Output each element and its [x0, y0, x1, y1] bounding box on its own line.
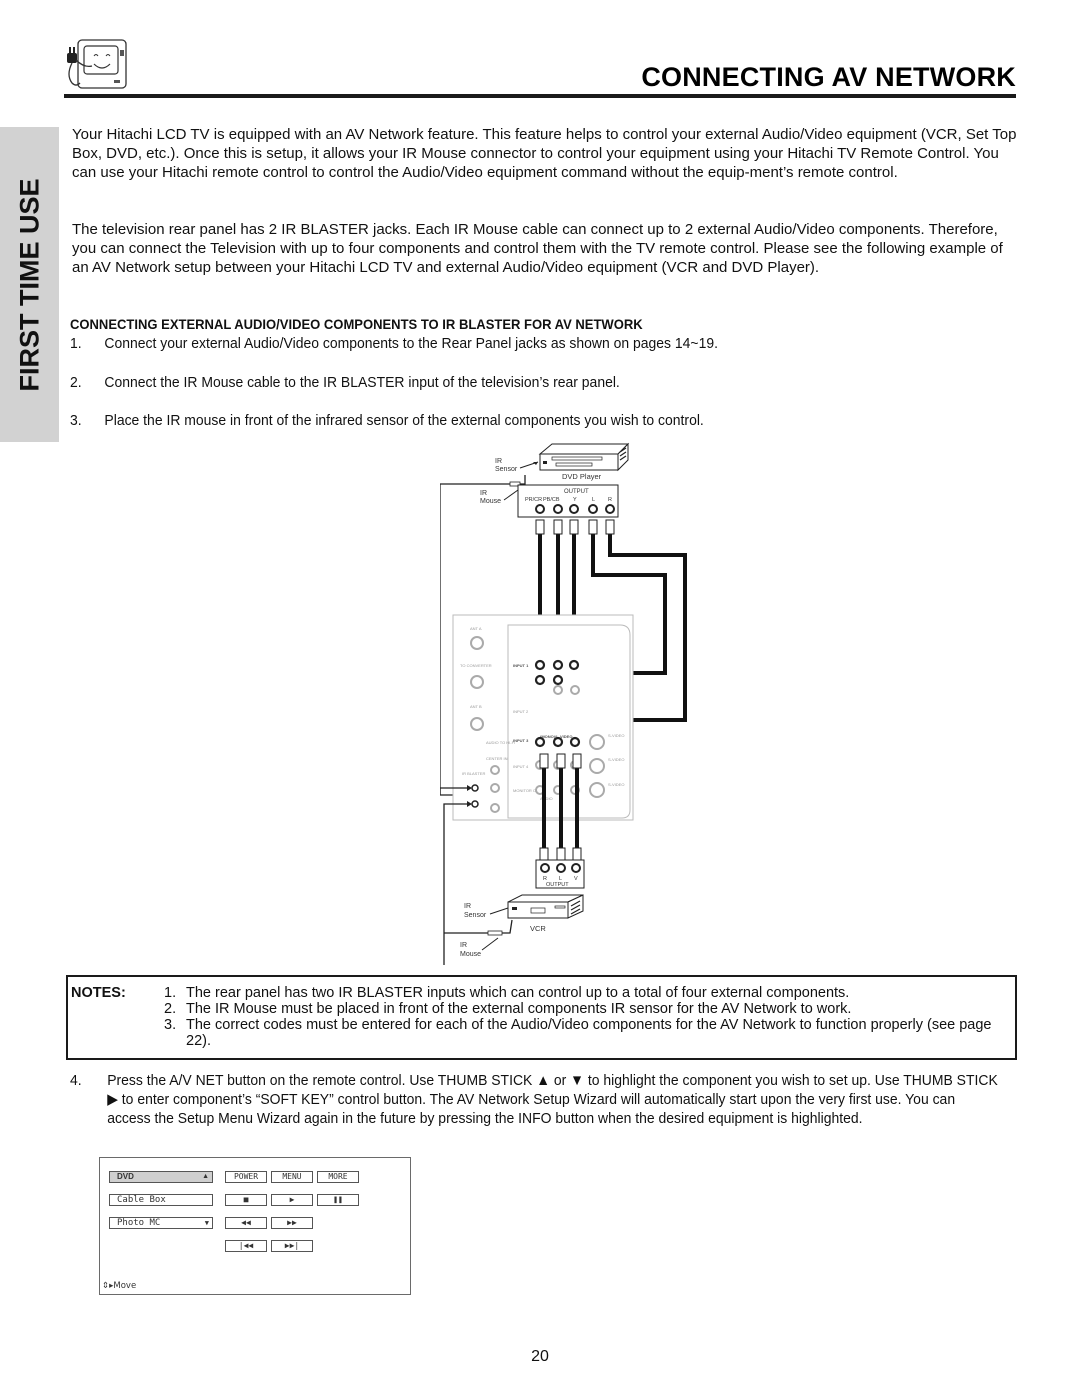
ant-b-label: ANT B — [470, 704, 482, 709]
input2-label: INPUT 2 — [513, 709, 529, 714]
s-video-label: S-VIDEO — [608, 733, 624, 738]
move-hint: ⇕▸Move — [102, 1281, 136, 1291]
vcr-ir-sensor-label: Sensor — [464, 912, 487, 919]
dvd-player-label: DVD Player — [562, 472, 602, 481]
step-number: 1. — [70, 335, 82, 352]
step-item: 1. Connect your external Audio/Video comp… — [70, 334, 718, 353]
device-label: DVD — [117, 1172, 134, 1181]
vcr-jack-label: V — [574, 876, 578, 882]
note-number: 2. — [164, 1001, 177, 1017]
step-text: Press the A/V NET button on the remote c… — [107, 1072, 998, 1127]
next-button[interactable]: ▶▶| — [271, 1240, 313, 1252]
note-number: 1. — [164, 985, 177, 1001]
fast-forward-button[interactable]: ▶▶ — [271, 1217, 313, 1229]
vcr-ir-mouse-label: IR — [460, 942, 467, 949]
step-text: Connect your external Audio/Video compon… — [104, 335, 718, 352]
step-item: 4. Press the A/V NET button on the remot… — [70, 1071, 1000, 1128]
previous-button[interactable]: |◀◀ — [225, 1240, 267, 1252]
audio-to-hifi-label: AUDIO TO HI-FI — [486, 740, 515, 745]
scroll-up-icon: ▲ — [202, 1173, 209, 1180]
more-button[interactable]: MORE — [317, 1171, 359, 1183]
scroll-down-icon: ▼ — [204, 1219, 209, 1227]
play-button[interactable]: ▶ — [271, 1194, 313, 1206]
rewind-button[interactable]: ◀◀ — [225, 1217, 267, 1229]
av-network-osd: DVD ▲ Cable Box Photo MC ▼ POWER MENU MO… — [99, 1157, 411, 1295]
note-text: The IR Mouse must be placed in front of … — [186, 1001, 852, 1017]
dvd-jack-label: PB/CB — [543, 497, 560, 503]
tv-mascot-icon — [67, 39, 127, 89]
note-number: 3. — [164, 1017, 177, 1033]
step-number: 2. — [70, 374, 82, 391]
dvd-jack-label: L — [592, 497, 595, 503]
to-converter-label: TO CONVERTER — [460, 663, 492, 668]
section-side-tab: FIRST TIME USE — [0, 127, 59, 442]
audio-label: AUDIO — [540, 796, 553, 801]
page-number: 20 — [531, 1348, 549, 1365]
dvd-jack-label: Y — [573, 497, 577, 503]
dvd-ir-sensor-label: Sensor — [495, 466, 518, 473]
move-label: Move — [113, 1281, 137, 1291]
dvd-jack-label: R — [608, 497, 612, 503]
ir-blaster-label: IR BLASTER — [462, 771, 485, 776]
note-text: The rear panel has two IR BLASTER inputs… — [186, 985, 850, 1001]
power-button[interactable]: POWER — [225, 1171, 267, 1183]
intro-paragraph-2: The television rear panel has 2 IR BLAST… — [72, 221, 1003, 276]
step-item: 3. Place the IR mouse in front of the inf… — [70, 411, 704, 430]
menu-button[interactable]: MENU — [271, 1171, 313, 1183]
device-item-cable-box[interactable]: Cable Box — [109, 1194, 213, 1206]
pause-button[interactable]: ❚❚ — [317, 1194, 359, 1206]
center-in-label: CENTER IN — [486, 756, 508, 761]
dvd-ir-sensor-label: IR — [495, 458, 502, 465]
dvd-player-icon — [538, 442, 630, 472]
vcr-output-label: OUTPUT — [546, 882, 569, 888]
notes-box: NOTES: 1. The rear panel has two IR BLAST… — [66, 975, 1017, 1060]
av-network-diagram: IR Sensor DVD Player IR Mouse OUTPUT PR/… — [440, 442, 687, 965]
side-tab-label: FIRST TIME USE — [14, 177, 44, 392]
thumbstick-icon: ⇕▸ — [102, 1281, 114, 1291]
device-item-photo-mc[interactable]: Photo MC ▼ — [109, 1217, 213, 1229]
s-video-label: S-VIDEO — [608, 757, 624, 762]
note-item: 1. The rear panel has two IR BLASTER inpu… — [164, 985, 1004, 1001]
s-video-label: S-VIDEO — [608, 782, 624, 787]
ant-a-label: ANT A — [470, 626, 482, 631]
section-heading: CONNECTING EXTERNAL AUDIO/VIDEO COMPONEN… — [70, 316, 643, 332]
device-label: Photo MC — [117, 1218, 161, 1228]
step-number: 3. — [70, 412, 82, 429]
device-item-dvd[interactable]: DVD ▲ — [109, 1171, 213, 1183]
input3-label: INPUT 3 — [513, 738, 529, 743]
dvd-output-label: OUTPUT — [564, 489, 589, 495]
page-title: CONNECTING AV NETWORK — [641, 62, 1016, 92]
intro-paragraph-1: Your Hitachi LCD TV is equipped with an … — [72, 126, 1017, 181]
vcr-ir-mouse-label: Mouse — [460, 951, 481, 958]
stop-button[interactable]: ■ — [225, 1194, 267, 1206]
vcr-ir-sensor-label: IR — [464, 903, 471, 910]
input1-label: INPUT 1 — [513, 663, 529, 668]
vcr-label: VCR — [530, 924, 546, 933]
notes-label: NOTES: — [71, 985, 126, 1001]
note-text: The correct codes must be entered for ea… — [186, 1017, 992, 1049]
step-number: 4. — [70, 1072, 82, 1089]
step-text: Connect the IR Mouse cable to the IR BLA… — [104, 374, 620, 391]
input4-label: INPUT 4 — [513, 764, 529, 769]
title-rule — [64, 94, 1016, 98]
note-item: 3. The correct codes must be entered for … — [164, 1017, 1004, 1049]
device-label: Cable Box — [117, 1195, 166, 1205]
vcr-icon — [507, 894, 584, 919]
note-item: 2. The IR Mouse must be placed in front o… — [164, 1001, 1004, 1017]
dvd-ir-mouse-label: Mouse — [480, 498, 501, 505]
dvd-jack-label: PR/CR — [525, 497, 542, 503]
notes-list: 1. The rear panel has two IR BLASTER inpu… — [164, 985, 1004, 1049]
video-label: VIDEO — [560, 734, 572, 739]
step-item: 2. Connect the IR Mouse cable to the IR B… — [70, 373, 620, 392]
dvd-ir-mouse-label: IR — [480, 490, 487, 497]
step-text: Place the IR mouse in front of the infra… — [104, 412, 704, 429]
